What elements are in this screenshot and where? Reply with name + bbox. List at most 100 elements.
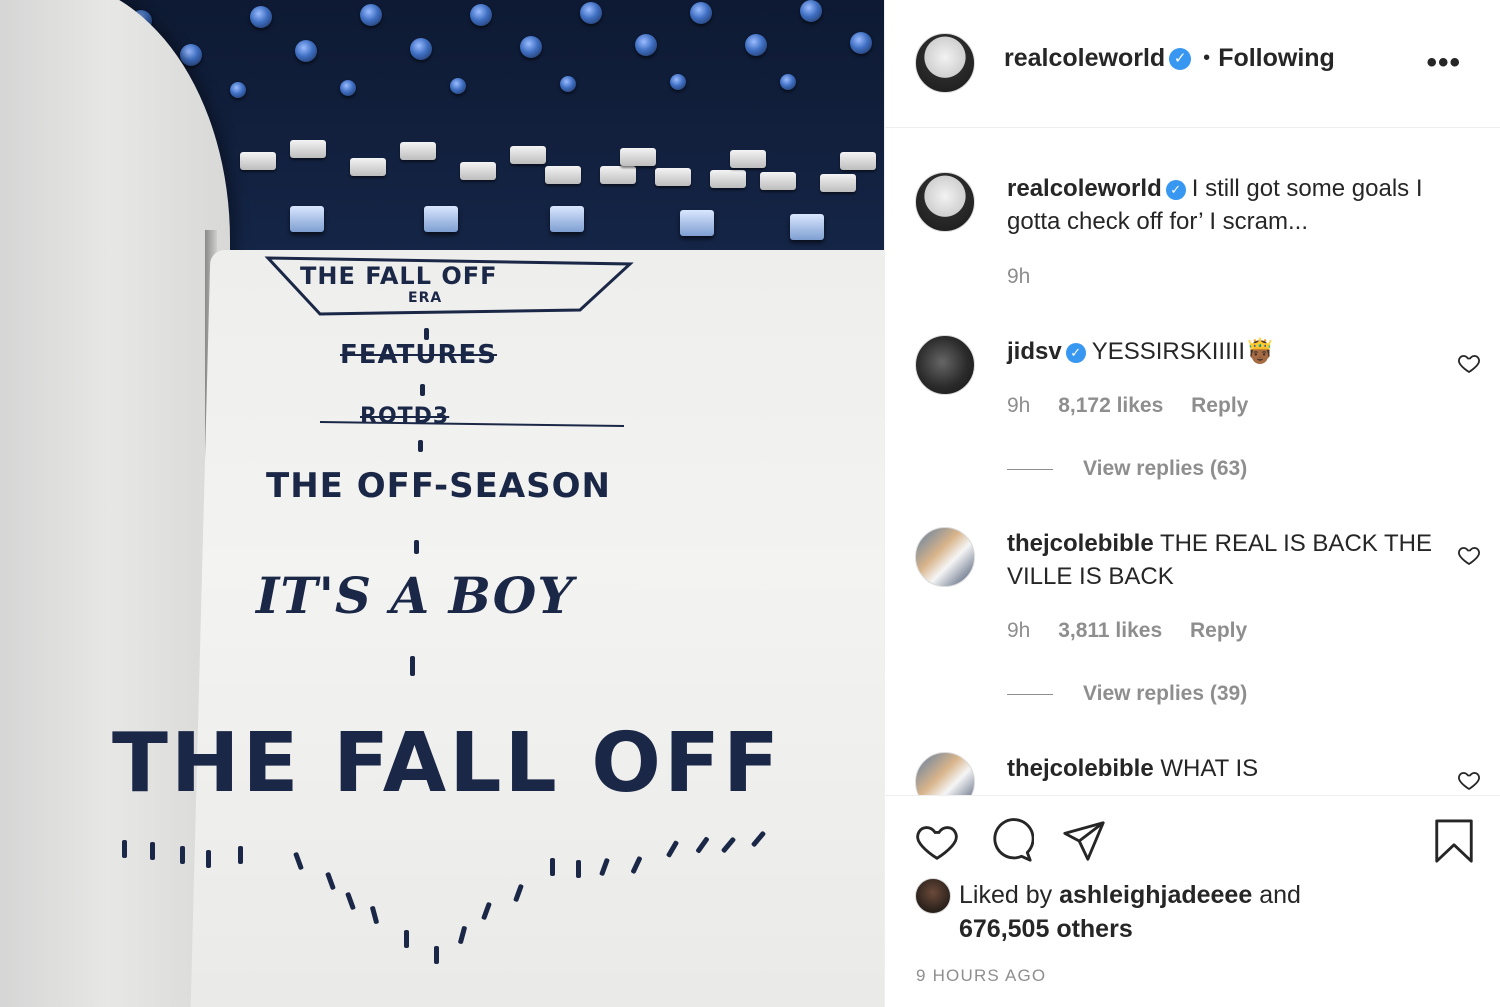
view-replies-button[interactable]: View replies (63) <box>1007 457 1247 481</box>
console-fader <box>550 206 584 232</box>
console-knob <box>780 74 796 90</box>
notebook-dash <box>410 656 415 676</box>
console-knob <box>340 80 356 96</box>
console-knob <box>180 44 202 66</box>
comment-time[interactable]: 9h <box>1007 394 1030 417</box>
comment-text-block: thejcolebible WHAT IS <box>1007 752 1467 785</box>
liked-by-user[interactable]: ashleighjadeeee <box>1059 881 1252 909</box>
console-button <box>240 152 276 170</box>
console-knob <box>410 38 432 60</box>
console-knob <box>520 36 542 58</box>
header-user-row: realcoleworld ✓ • Following <box>1004 44 1335 73</box>
author-avatar[interactable] <box>915 33 975 93</box>
console-button <box>460 162 496 180</box>
console-knob <box>580 2 602 24</box>
notebook-line-off-season: THE OFF-SEASON <box>266 466 612 506</box>
notebook-line-era-title: THE FALL OFF <box>300 262 498 290</box>
like-comment-heart-icon[interactable] <box>1457 543 1481 567</box>
console-fader <box>680 210 714 236</box>
post-header: realcoleworld ✓ • Following ••• <box>885 0 1500 128</box>
comment-meta: 9h 8,172 likes Reply <box>1007 394 1270 418</box>
caption-avatar[interactable] <box>915 172 975 232</box>
comment-avatar[interactable] <box>915 527 975 587</box>
console-knob <box>250 6 272 28</box>
comment-likes[interactable]: 3,811 likes <box>1058 619 1162 642</box>
console-knob <box>470 4 492 26</box>
notebook-line-features: FEATURES <box>340 340 497 370</box>
post-timestamp[interactable]: 9 HOURS AGO <box>916 966 1046 986</box>
console-knob <box>450 78 466 94</box>
notebook-dash <box>420 384 425 396</box>
comment-text-block: thejcolebible THE REAL IS BACK THE VILLE… <box>1007 527 1467 593</box>
comment-username[interactable]: jidsv <box>1007 338 1062 365</box>
liker-avatar[interactable] <box>915 878 951 914</box>
console-button <box>620 148 656 166</box>
console-button <box>710 170 746 188</box>
notebook-right-page <box>189 250 884 1007</box>
like-comment-heart-icon[interactable] <box>1457 351 1481 375</box>
console-knob <box>850 32 872 54</box>
like-heart-icon[interactable] <box>914 818 960 864</box>
following-button[interactable]: Following <box>1218 44 1335 73</box>
console-button <box>510 146 546 164</box>
comment-username[interactable]: thejcolebible <box>1007 530 1154 557</box>
reply-button[interactable]: Reply <box>1191 394 1248 417</box>
header-separator: • <box>1203 47 1211 69</box>
comment-avatar[interactable] <box>915 752 975 795</box>
console-knob <box>690 2 712 24</box>
verified-badge-icon: ✓ <box>1065 342 1086 363</box>
console-button <box>820 174 856 192</box>
console-button <box>760 172 796 190</box>
share-paper-plane-icon[interactable] <box>1061 818 1107 864</box>
comment-username[interactable]: thejcolebible <box>1007 755 1154 782</box>
console-knob <box>670 74 686 90</box>
notebook-dash <box>424 328 429 340</box>
caption-meta: 9h <box>1007 265 1052 289</box>
caption-time[interactable]: 9h <box>1007 265 1030 288</box>
console-knob <box>295 40 317 62</box>
likes-summary: Liked by ashleighjadeeee and 676,505 oth… <box>959 878 1419 946</box>
liked-by-others[interactable]: 676,505 others <box>959 915 1133 943</box>
console-knob <box>635 34 657 56</box>
comment-text: YESSIRSKIIIII🤴🏾 <box>1091 338 1275 365</box>
verified-badge-icon: ✓ <box>1169 47 1192 70</box>
comment-meta: 9h 3,811 likes Reply <box>1007 619 1269 643</box>
console-knob <box>560 76 576 92</box>
liked-by-prefix: Liked by <box>959 881 1053 909</box>
comment-bubble-icon[interactable] <box>988 818 1034 864</box>
console-fader <box>424 206 458 232</box>
caption-username[interactable]: realcoleworld <box>1007 175 1162 202</box>
console-knob <box>360 4 382 26</box>
caption-text-block: realcoleworld ✓ I still got some goals I g… <box>1007 172 1467 238</box>
console-button <box>840 152 876 170</box>
console-button <box>290 140 326 158</box>
console-knob <box>800 0 822 22</box>
comment-time[interactable]: 9h <box>1007 619 1030 642</box>
notebook-dash <box>418 440 423 452</box>
more-options-icon[interactable]: ••• <box>1426 46 1461 80</box>
view-replies-line <box>1007 693 1053 695</box>
notebook-line-its-a-boy: IT'S A BOY <box>256 566 575 625</box>
notebook-dash <box>414 540 419 554</box>
view-replies-button[interactable]: View replies (39) <box>1007 682 1247 706</box>
comment-avatar[interactable] <box>915 335 975 395</box>
console-fader <box>290 206 324 232</box>
console-button <box>655 168 691 186</box>
comments-list[interactable]: realcoleworld ✓ I still got some goals I g… <box>885 129 1500 795</box>
comment-text-block: jidsv ✓ YESSIRSKIIIII🤴🏾 <box>1007 335 1467 368</box>
strike-line <box>319 421 625 427</box>
view-replies-label: View replies (63) <box>1083 457 1248 480</box>
comment-likes[interactable]: 8,172 likes <box>1058 394 1163 417</box>
console-button <box>400 142 436 160</box>
liked-by-and: and <box>1259 881 1301 909</box>
notebook-line-fall-off: THE FALL OFF <box>112 716 782 811</box>
post-photo[interactable]: THE FALL OFF ERA FEATURES ROTD3 THE OFF-… <box>0 0 884 1007</box>
console-button <box>545 166 581 184</box>
console-fader <box>790 214 824 240</box>
like-comment-heart-icon[interactable] <box>1457 768 1481 792</box>
save-bookmark-icon[interactable] <box>1431 818 1477 864</box>
author-username[interactable]: realcoleworld <box>1004 44 1165 73</box>
reply-button[interactable]: Reply <box>1190 619 1247 642</box>
comment-text: WHAT IS <box>1160 755 1259 782</box>
notebook-line-era: ERA <box>408 290 443 306</box>
